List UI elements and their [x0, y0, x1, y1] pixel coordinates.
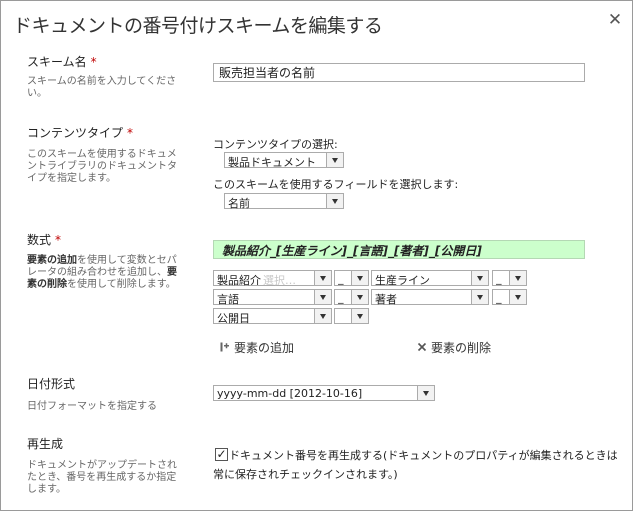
separator-select[interactable]: _	[334, 289, 369, 305]
field-select-label: このスキームを使用するフィールドを選択します:	[213, 178, 459, 191]
chevron-down-icon	[314, 271, 331, 285]
content-type-label-group: コンテンツタイプ *	[27, 124, 133, 141]
regenerate-checkbox-label-cont: 常に保存されチェックインされます。)	[213, 468, 398, 481]
format-element-value: 生産ライン	[375, 274, 430, 287]
dialog-title: ドキュメントの番号付けスキームを編集する	[13, 15, 383, 37]
format-element-select[interactable]: 言語	[213, 289, 332, 306]
scheme-name-description: スキームの名前を入力してください。	[27, 76, 177, 99]
format-element-select[interactable]: 公開日	[213, 308, 332, 325]
format-element-ghost: 選択…	[263, 274, 296, 287]
date-format-select[interactable]: yyyy-mm-dd [2012-10-16]	[213, 385, 435, 401]
format-element-select[interactable]: 生産ライン	[371, 270, 489, 287]
format-element-select[interactable]: 製品紹介 選択…	[213, 270, 332, 288]
format-element-text: 製品紹介	[217, 274, 261, 287]
content-type-select[interactable]: 製品ドキュメント	[224, 152, 344, 169]
chevron-down-icon	[509, 271, 526, 285]
remove-element-icon	[417, 342, 427, 355]
scheme-name-input[interactable]: 販売担当者の名前	[213, 63, 585, 82]
content-type-select-value: 製品ドキュメント	[228, 156, 316, 169]
chevron-down-icon	[417, 386, 434, 400]
dialog: ドキュメントの番号付けスキームを編集する ✕ スキーム名 * スキームの名前を入力…	[0, 0, 633, 511]
format-element-value: 著者	[375, 293, 397, 306]
format-label-group: 数式 *	[27, 231, 61, 248]
format-description-text: を使用して削除します。	[67, 279, 176, 290]
add-element-label: 要素の追加	[234, 341, 295, 355]
content-type-label: コンテンツタイプ	[27, 126, 124, 140]
regenerate-description: ドキュメントがアップデートされたとき、番号を再生成するか指定します。	[27, 460, 177, 495]
format-preview: 製品紹介_[生産ライン]_[言語]_[著者]_[公開日]	[213, 240, 585, 259]
chevron-down-icon	[351, 290, 368, 304]
separator-value: _	[496, 272, 502, 285]
separator-value: _	[338, 291, 344, 304]
content-type-select-label: コンテンツタイプの選択:	[213, 138, 338, 151]
separator-select[interactable]: _	[334, 270, 369, 286]
required-mark: *	[90, 55, 97, 69]
format-element-select[interactable]: 著者	[371, 289, 489, 306]
format-element-value: 公開日	[217, 312, 250, 325]
format-description-add: 要素の追加	[27, 255, 77, 266]
remove-element-button[interactable]: 要素の削除	[417, 339, 491, 356]
regenerate-checkbox-label[interactable]: ドキュメント番号を再生成する(ドキュメントのプロパティが編集されるときは	[229, 447, 618, 463]
chevron-down-icon	[471, 290, 488, 304]
regenerate-label: 再生成	[27, 437, 64, 451]
separator-select[interactable]: _	[492, 270, 527, 286]
chevron-down-icon	[326, 194, 343, 208]
check-icon: ✓	[216, 447, 227, 461]
chevron-down-icon	[509, 290, 526, 304]
separator-select[interactable]	[334, 308, 369, 324]
chevron-down-icon	[326, 153, 343, 167]
scheme-name-label-group: スキーム名 *	[27, 53, 97, 70]
separator-select[interactable]: _	[492, 289, 527, 305]
field-select[interactable]: 名前	[224, 193, 344, 210]
required-mark: *	[55, 233, 62, 247]
chevron-down-icon	[471, 271, 488, 285]
separator-value: _	[338, 272, 344, 285]
add-element-button[interactable]: 要素の追加	[220, 339, 294, 356]
field-select-value: 名前	[228, 197, 250, 210]
add-element-icon	[220, 342, 230, 355]
chevron-down-icon	[314, 290, 331, 304]
date-format-description: 日付フォーマットを指定する	[27, 401, 157, 412]
format-element-value: 言語	[217, 293, 239, 306]
scheme-name-label: スキーム名	[27, 55, 87, 69]
separator-value: _	[496, 291, 502, 304]
format-description: 要素の追加を使用して変数とセパレータの組み合わせを追加し、要素の削除を使用して削…	[27, 255, 177, 291]
content-type-description: このスキームを使用するドキュメントライブラリのドキュメントタイプを指定します。	[27, 149, 177, 184]
format-element-value: 製品紹介 選択…	[217, 272, 296, 288]
close-icon[interactable]: ✕	[605, 10, 625, 30]
chevron-down-icon	[314, 309, 331, 323]
regenerate-checkbox[interactable]: ✓	[215, 448, 228, 461]
date-format-value: yyyy-mm-dd [2012-10-16]	[217, 387, 363, 400]
remove-element-label: 要素の削除	[431, 341, 492, 355]
chevron-down-icon	[351, 271, 368, 285]
chevron-down-icon	[351, 309, 368, 323]
required-mark: *	[127, 126, 134, 140]
date-format-label: 日付形式	[27, 377, 76, 391]
format-label: 数式	[27, 233, 52, 247]
